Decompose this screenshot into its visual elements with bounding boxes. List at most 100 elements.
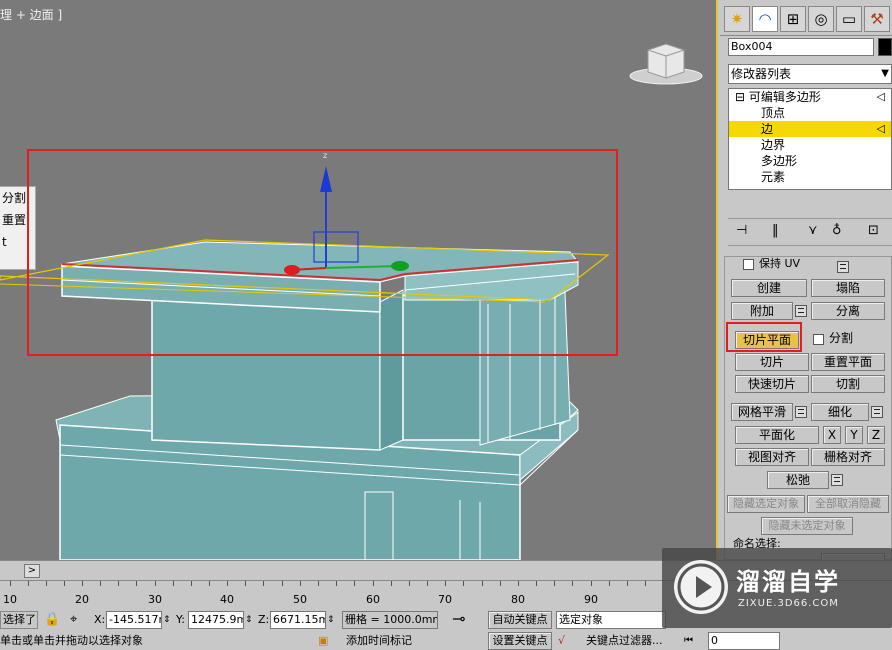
object-color-swatch[interactable] [878, 38, 892, 56]
ruler-tick-label: 80 [511, 593, 525, 606]
edit-geometry-rollout: 保持 UV 创建 塌陷 附加 分离 切片平面 分割 切片 重置平面 快速切片 切… [724, 256, 892, 561]
chevron-down-icon: ▼ [881, 68, 889, 79]
split-label: 分割 [829, 331, 854, 345]
stack-toolbar: ⊣ ‖ ⋎ ♁ ⊡ [728, 218, 892, 246]
planar-x-button[interactable]: X [823, 426, 841, 444]
command-panel-tabs: ✷ ◠ ⊞ ◎ ▭ ⚒ [720, 0, 892, 36]
quickslice-button[interactable]: 快速切片 [735, 375, 809, 393]
lock-icon[interactable]: 🔒 [44, 611, 60, 629]
y-label: Y: [176, 613, 185, 626]
goto-start-icon[interactable]: ⏮ [684, 632, 693, 650]
time-tag-icon[interactable]: ▣ [318, 632, 328, 650]
play-logo-icon [674, 560, 728, 614]
key-icon[interactable]: ⊸ [452, 610, 465, 628]
utilities-icon[interactable]: ⚒ [864, 6, 890, 32]
modifier-stack[interactable]: ⊟ 可编辑多边形 ◁ 顶点 边 ◁ 边界 多边形 元素 [728, 88, 892, 190]
detach-button[interactable]: 分离 [811, 302, 885, 320]
stack-item-element[interactable]: 元素 [729, 169, 891, 185]
y-coordinate-field[interactable]: 12475.9mr [188, 611, 244, 629]
stack-item-label: 边 [761, 122, 774, 136]
watermark-subtitle: ZIXUE.3D66.COM [738, 598, 839, 609]
stack-item-border[interactable]: 边界 [729, 137, 891, 153]
z-coordinate-field[interactable]: 6671.15mr [270, 611, 326, 629]
tessellate-settings-button[interactable] [871, 406, 883, 418]
curve-icon[interactable]: √ [558, 632, 565, 650]
prompt-bar: 单击或单击并拖动以选择对象 ▣ 添加时间标记 设置关键点 √ 关键点过滤器...… [0, 632, 892, 650]
x-label: X: [94, 613, 106, 626]
stack-item-edge[interactable]: 边 ◁ [729, 121, 891, 137]
z-spinner-icon[interactable]: ⇕ [327, 611, 335, 629]
key-filters-button[interactable]: 关键点过滤器... [586, 632, 663, 650]
unhide-all-button[interactable]: 全部取消隐藏 [807, 495, 889, 513]
ruler-tick-label: 90 [584, 593, 598, 606]
reset-plane-button[interactable]: 重置平面 [811, 353, 885, 371]
preserve-uv-label: 保持 UV [759, 257, 801, 270]
planar-y-button[interactable]: Y [845, 426, 863, 444]
ruler-tick-label: 40 [220, 593, 234, 606]
viewcube[interactable] [628, 40, 704, 88]
selection-count: 选择了 [0, 611, 38, 629]
create-button[interactable]: 创建 [731, 279, 807, 297]
y-spinner-icon[interactable]: ⇕ [245, 611, 253, 629]
z-label: Z: [258, 613, 270, 626]
annotation-highlight-box [27, 149, 618, 356]
cut-button[interactable]: 切割 [811, 375, 885, 393]
object-name-field[interactable]: Box004 [728, 38, 874, 56]
modify-icon[interactable]: ◠ [752, 6, 778, 32]
ruler-tick-label: 10 [3, 593, 17, 606]
stack-item-vertex[interactable]: 顶点 [729, 105, 891, 121]
x-spinner-icon[interactable]: ⇕ [163, 611, 171, 629]
hide-unselected-button[interactable]: 隐藏未选定对象 [761, 517, 853, 535]
preserve-uv-settings-button[interactable] [837, 261, 849, 273]
collapse-button[interactable]: 塌陷 [811, 279, 885, 297]
view-align-button[interactable]: 视图对齐 [735, 448, 809, 466]
create-icon[interactable]: ✷ [724, 6, 750, 32]
ruler-tick-label: 60 [366, 593, 380, 606]
make-planar-button[interactable]: 平面化 [735, 426, 819, 444]
hierarchy-icon[interactable]: ⊞ [780, 6, 806, 32]
meshsmooth-button[interactable]: 网格平滑 [731, 403, 793, 421]
stack-item-label: 可编辑多边形 [748, 90, 821, 104]
watermark-logo: 溜溜自学 ZIXUE.3D66.COM [662, 548, 892, 628]
lightbulb-icon[interactable]: ◁ [877, 89, 885, 105]
modifier-list-label: 修改器列表 [731, 67, 792, 81]
selection-set-dropdown[interactable]: 选定对象 [556, 611, 666, 629]
annotation-highlight-box [726, 322, 802, 352]
modifier-list-dropdown[interactable]: 修改器列表 ▼ [728, 64, 892, 84]
auto-key-button[interactable]: 自动关键点 [488, 611, 552, 629]
slice-button[interactable]: 切片 [735, 353, 809, 371]
current-frame-field[interactable]: 0 [708, 632, 780, 650]
grid-size-display: 栅格 = 1000.0mm [342, 611, 438, 629]
ruler-tick-label: 30 [148, 593, 162, 606]
planar-z-button[interactable]: Z [867, 426, 885, 444]
prompt-text: 单击或单击并拖动以选择对象 [0, 634, 143, 647]
relax-button[interactable]: 松弛 [767, 471, 829, 489]
add-time-tag[interactable]: 添加时间标记 [346, 632, 412, 650]
hide-selected-button[interactable]: 隐藏选定对象 [727, 495, 805, 513]
make-unique-icon[interactable]: ⋎ [808, 223, 818, 238]
meshsmooth-settings-button[interactable] [795, 406, 807, 418]
remove-modifier-icon[interactable]: ♁ [832, 223, 842, 238]
attach-button[interactable]: 附加 [731, 302, 793, 320]
x-coordinate-field[interactable]: -145.517m [106, 611, 162, 629]
triangle-icon: ◁ [876, 122, 885, 135]
motion-icon[interactable]: ◎ [808, 6, 834, 32]
configure-sets-icon[interactable]: ⊡ [868, 223, 879, 238]
show-end-result-icon[interactable]: ‖ [772, 223, 779, 238]
relax-settings-button[interactable] [831, 474, 843, 486]
absolute-mode-icon[interactable]: ⌖ [70, 611, 77, 629]
grid-align-button[interactable]: 栅格对齐 [811, 448, 885, 466]
split-checkbox[interactable] [813, 334, 824, 345]
display-icon[interactable]: ▭ [836, 6, 862, 32]
perspective-viewport[interactable]: 理 + 边面 ] z 分割 重置 t [0, 0, 718, 560]
stack-item-editable-poly[interactable]: ⊟ 可编辑多边形 ◁ [729, 89, 891, 105]
ruler-tick-label: 50 [293, 593, 307, 606]
stack-item-polygon[interactable]: 多边形 [729, 153, 891, 169]
time-slider-next-button[interactable]: > [24, 564, 40, 578]
set-key-button[interactable]: 设置关键点 [488, 632, 552, 650]
attach-settings-button[interactable] [795, 305, 807, 317]
tessellate-button[interactable]: 细化 [811, 403, 869, 421]
pin-stack-icon[interactable]: ⊣ [736, 223, 747, 238]
preserve-uv-checkbox[interactable] [743, 259, 754, 270]
command-panel: ✷ ◠ ⊞ ◎ ▭ ⚒ Box004 修改器列表 ▼ ⊟ 可编辑多边形 ◁ 顶点… [720, 0, 892, 561]
